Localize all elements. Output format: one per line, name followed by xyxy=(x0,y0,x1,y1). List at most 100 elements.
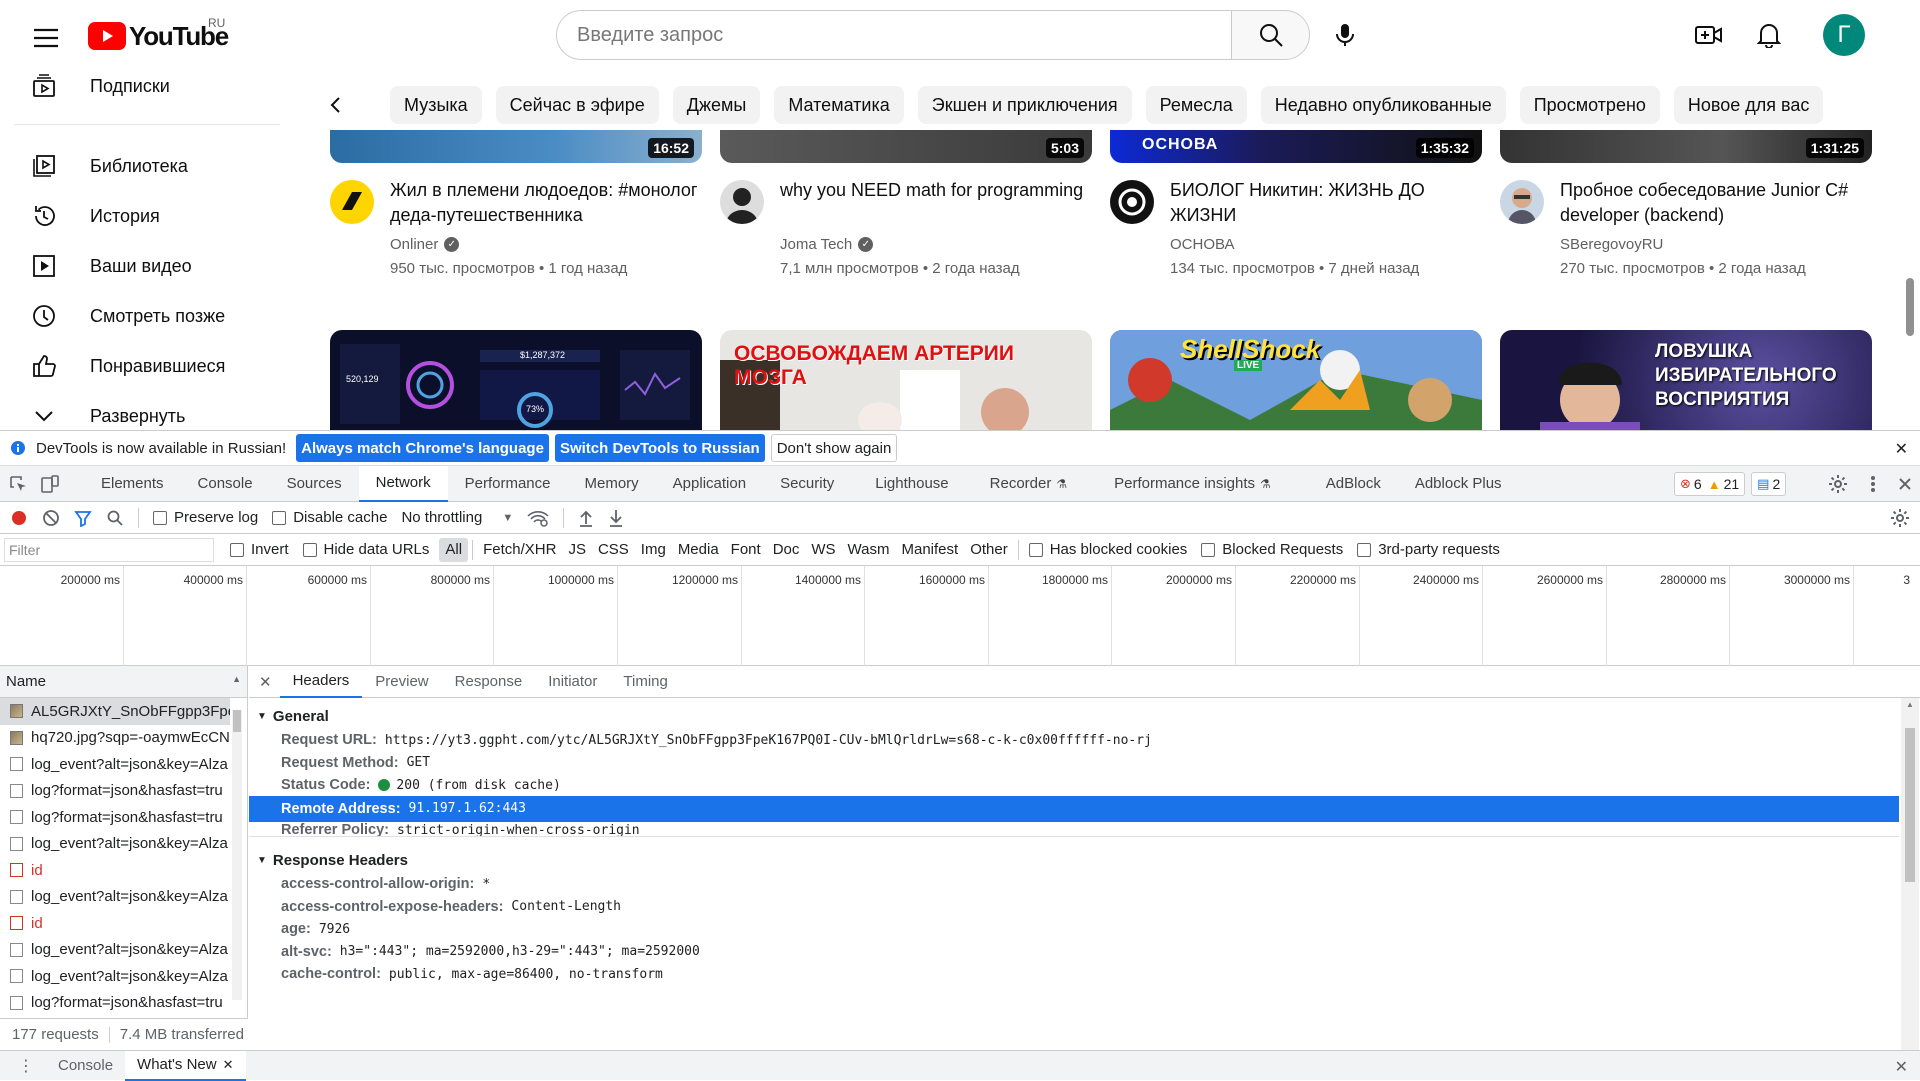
close-devtools-icon[interactable] xyxy=(1898,477,1912,491)
header-row[interactable]: Request URL: https://yt3.ggpht.com/ytc/AL… xyxy=(281,732,1152,748)
filter-type-wasm[interactable]: Wasm xyxy=(842,538,896,562)
scrollbar-thumb[interactable] xyxy=(1905,728,1915,882)
request-row[interactable]: log_event?alt=json&key=Alza xyxy=(0,884,230,911)
sidebar-item-liked[interactable]: Понравившиеся xyxy=(30,346,225,386)
video-thumbnail[interactable]: ОСНОВА 1:35:32 xyxy=(1110,130,1482,163)
chip-new-for-you[interactable]: Новое для вас xyxy=(1673,86,1824,124)
header-row[interactable]: age: 7926 xyxy=(281,921,350,937)
video-title[interactable]: Пробное собеседование Junior C# develope… xyxy=(1560,178,1880,228)
close-detail-icon[interactable]: ✕ xyxy=(249,673,280,691)
request-row[interactable]: log?format=json&hasfast=tru xyxy=(0,804,230,831)
channel-avatar[interactable] xyxy=(1110,180,1154,224)
video-thumbnail[interactable]: ЛОВУШКА ИЗБИРАТЕЛЬНОГО ВОСПРИЯТИЯ xyxy=(1500,330,1872,430)
throttling-select[interactable]: No throttling ▼ xyxy=(401,509,513,526)
filter-type-js[interactable]: JS xyxy=(562,538,592,562)
record-icon[interactable] xyxy=(10,509,28,527)
request-row[interactable]: log_event?alt=json&key=Alza xyxy=(0,937,230,964)
tab-adblock-plus[interactable]: Adblock Plus xyxy=(1398,466,1519,502)
sidebar-item-subscriptions[interactable]: Подписки xyxy=(30,66,170,106)
drawer-tab-console[interactable]: Console xyxy=(46,1051,125,1081)
tab-security[interactable]: Security xyxy=(763,466,851,502)
channel-avatar[interactable] xyxy=(330,180,374,224)
sidebar-item-your-videos[interactable]: Ваши видео xyxy=(30,246,192,286)
drawer-menu-icon[interactable]: ⋮ xyxy=(0,1056,46,1076)
sidebar-item-library[interactable]: Библиотека xyxy=(30,146,188,186)
tab-initiator[interactable]: Initiator xyxy=(535,666,610,698)
tab-console[interactable]: Console xyxy=(181,466,270,502)
tab-timing[interactable]: Timing xyxy=(610,666,680,698)
request-row[interactable]: AL5GRJXtY_SnObFFgpp3FpeK xyxy=(0,698,230,725)
request-row[interactable]: log?format=json&hasfast=tru xyxy=(0,990,230,1017)
filter-type-fetch-xhr[interactable]: Fetch/XHR xyxy=(477,538,562,562)
detail-scrollbar[interactable]: ▲ xyxy=(1901,698,1919,1050)
voice-search-button[interactable] xyxy=(1324,14,1366,56)
channel-name[interactable]: Joma Tech ✓ xyxy=(780,236,874,253)
tab-response[interactable]: Response xyxy=(442,666,536,698)
response-headers-section-header[interactable]: ▼ Response Headers xyxy=(257,852,408,869)
network-filter-input[interactable]: Filter xyxy=(4,537,214,562)
video-thumbnail[interactable]: $1,287,372 520,129 73% xyxy=(330,330,702,430)
video-thumbnail[interactable]: 1:31:25 xyxy=(1500,130,1872,163)
scroll-up-arrow-icon[interactable]: ▲ xyxy=(1906,700,1914,709)
close-drawer-icon[interactable]: ✕ xyxy=(1895,1057,1908,1077)
video-thumbnail[interactable]: 16:52 xyxy=(330,130,702,163)
channel-name[interactable]: Onliner ✓ xyxy=(390,236,460,253)
tab-adblock[interactable]: AdBlock xyxy=(1288,466,1398,502)
disable-cache-checkbox[interactable]: Disable cache xyxy=(272,509,387,526)
header-row[interactable]: access-control-expose-headers: Content-Le… xyxy=(281,899,621,915)
preserve-log-checkbox[interactable]: Preserve log xyxy=(153,509,258,526)
match-language-button[interactable]: Always match Chrome's language xyxy=(296,434,549,462)
messages-badge[interactable]: ▤ 2 xyxy=(1751,472,1787,496)
request-row[interactable]: log?format=json&hasfast=tru xyxy=(0,778,230,805)
video-thumbnail[interactable]: 5:03 xyxy=(720,130,1092,163)
tab-recorder[interactable]: Recorder ⚗ xyxy=(973,466,1084,502)
clear-icon[interactable] xyxy=(42,509,60,527)
network-overview-timeline[interactable]: 200000 ms 400000 ms 600000 ms 800000 ms 1000… xyxy=(0,566,1920,666)
channel-name[interactable]: ОСНОВА xyxy=(1170,236,1235,253)
header-row[interactable]: access-control-allow-origin: * xyxy=(281,876,490,892)
issue-badges[interactable]: ⊗ 6 ▲ 21 ▤ 2 xyxy=(1674,472,1787,496)
request-row[interactable]: log_event?alt=json&key=Alza xyxy=(0,751,230,778)
page-scrollbar[interactable] xyxy=(1906,278,1914,336)
sidebar-item-history[interactable]: История xyxy=(30,196,160,236)
video-title[interactable]: Жил в племени людоедов: #монолог деда-пу… xyxy=(390,178,710,228)
channel-avatar[interactable] xyxy=(720,180,764,224)
chip-jams[interactable]: Джемы xyxy=(672,86,761,124)
request-list-scrollbar[interactable] xyxy=(232,710,242,1000)
notifications-button[interactable] xyxy=(1748,14,1790,56)
chip-crafts[interactable]: Ремесла xyxy=(1145,86,1247,124)
name-column-header[interactable]: Name ▲ xyxy=(0,666,247,698)
close-icon[interactable]: ✕ xyxy=(1895,439,1908,459)
tab-memory[interactable]: Memory xyxy=(568,466,656,502)
tab-lighthouse[interactable]: Lighthouse xyxy=(851,466,972,502)
request-row[interactable]: log_event?alt=json&key=Alza xyxy=(0,963,230,990)
request-row[interactable]: id xyxy=(0,857,230,884)
request-row[interactable]: hq720.jpg?sqp=-oaymwEcCN xyxy=(0,725,230,752)
filter-type-all[interactable]: All xyxy=(439,537,469,562)
settings-gear-icon[interactable] xyxy=(1828,474,1848,494)
channel-avatar[interactable] xyxy=(1500,180,1544,224)
filter-type-manifest[interactable]: Manifest xyxy=(896,538,965,562)
sidebar-item-watch-later[interactable]: Смотреть позже xyxy=(30,296,225,336)
header-row[interactable]: Status Code: 200 (from disk cache) xyxy=(281,777,561,793)
tab-headers[interactable]: Headers xyxy=(279,666,363,698)
third-party-checkbox[interactable]: 3rd-party requests xyxy=(1357,541,1500,558)
header-row[interactable]: Remote Address: 91.197.1.62:443 xyxy=(249,795,1899,822)
video-title[interactable]: why you NEED math for programming xyxy=(780,178,1100,203)
import-har-icon[interactable] xyxy=(578,509,594,527)
chip-live[interactable]: Сейчас в эфире xyxy=(495,86,659,124)
header-row[interactable]: Request Method: GET xyxy=(281,755,430,771)
invert-checkbox[interactable]: Invert xyxy=(230,541,289,558)
chip-action-adventure[interactable]: Экшен и приключения xyxy=(917,86,1132,124)
account-avatar[interactable]: Г xyxy=(1823,14,1865,56)
request-row[interactable]: id xyxy=(0,910,230,937)
blocked-cookies-checkbox[interactable]: Has blocked cookies xyxy=(1028,541,1187,558)
search-icon[interactable] xyxy=(106,509,124,527)
device-toolbar-icon[interactable] xyxy=(40,474,60,494)
tab-sources[interactable]: Sources xyxy=(270,466,359,502)
filter-type-other[interactable]: Other xyxy=(964,538,1014,562)
video-thumbnail[interactable]: ОСВОБОЖДАЕМ АРТЕРИИ МОЗГА xyxy=(720,330,1092,430)
hamburger-menu-icon[interactable] xyxy=(28,20,64,56)
inspect-element-icon[interactable] xyxy=(8,474,28,494)
close-tab-icon[interactable]: ✕ xyxy=(223,1057,234,1073)
